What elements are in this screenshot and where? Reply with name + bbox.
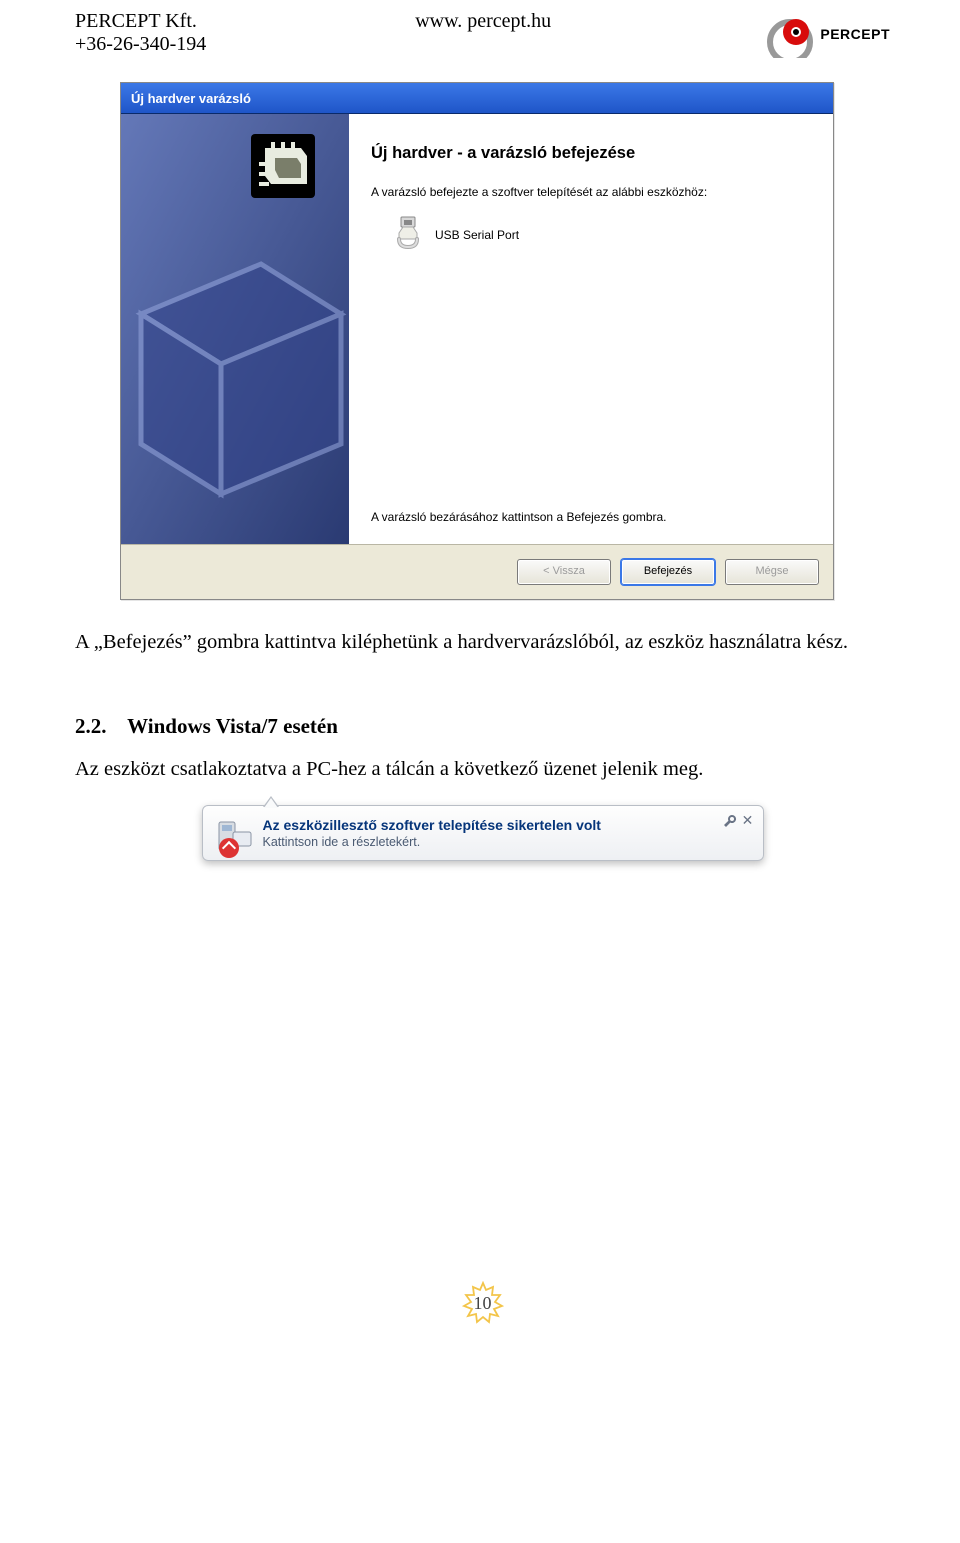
percept-logo-icon [764, 10, 816, 58]
header-left: PERCEPT Kft. +36-26-340-194 [75, 10, 206, 56]
close-icon[interactable]: ✕ [741, 814, 755, 828]
paragraph-before-balloon: Az eszközt csatlakoztatva a PC-hez a tál… [75, 757, 890, 781]
cancel-button: Mégse [725, 559, 819, 585]
paragraph-after-wizard: A „Befejezés” gombra kattintva kiléphetü… [75, 630, 890, 654]
wizard-titlebar: Új hardver varázsló [121, 83, 833, 114]
finish-button[interactable]: Befejezés [621, 559, 715, 585]
wizard-footer-text: A varázsló bezárásához kattintson a Befe… [371, 510, 805, 524]
wizard-side-graphic [121, 114, 349, 544]
page-number-badge: 10 [461, 1281, 505, 1325]
document-header: PERCEPT Kft. +36-26-340-194 www. percept… [75, 10, 890, 58]
back-button: < Vissza [517, 559, 611, 585]
balloon-subtitle: Kattintson ide a részletekért. [263, 835, 733, 849]
wizard-button-bar: < Vissza Befejezés Mégse [121, 545, 833, 599]
company-phone: +36-26-340-194 [75, 33, 206, 56]
balloon-title: Az eszközillesztő szoftver telepítése si… [263, 817, 733, 833]
section-title: Windows Vista/7 esetén [127, 714, 338, 738]
page-number: 10 [474, 1293, 492, 1314]
wizard-device-name: USB Serial Port [435, 228, 519, 242]
brand-logo: PERCEPT [760, 10, 890, 58]
wizard-title: Új hardver varázsló [131, 91, 251, 106]
driver-install-failed-balloon[interactable]: ✕ Az eszközillesztő szoftver telepítése … [202, 805, 764, 861]
hardware-wizard-window: Új hardver varázsló [120, 82, 834, 600]
usb-port-icon [391, 215, 425, 255]
wizard-intro-text: A varázsló befejezte a szoftver telepíté… [371, 185, 805, 199]
company-name: PERCEPT Kft. [75, 10, 206, 33]
header-url: www. percept.hu [206, 10, 760, 33]
brand-text: PERCEPT [820, 26, 890, 42]
balloon-icon [213, 818, 255, 865]
wizard-device-row: USB Serial Port [391, 215, 805, 255]
wizard-heading: Új hardver - a varázsló befejezése [371, 144, 805, 163]
options-icon[interactable] [723, 814, 737, 833]
section-number: 2.2. [75, 714, 107, 738]
section-heading: 2.2. Windows Vista/7 esetén [75, 714, 890, 739]
